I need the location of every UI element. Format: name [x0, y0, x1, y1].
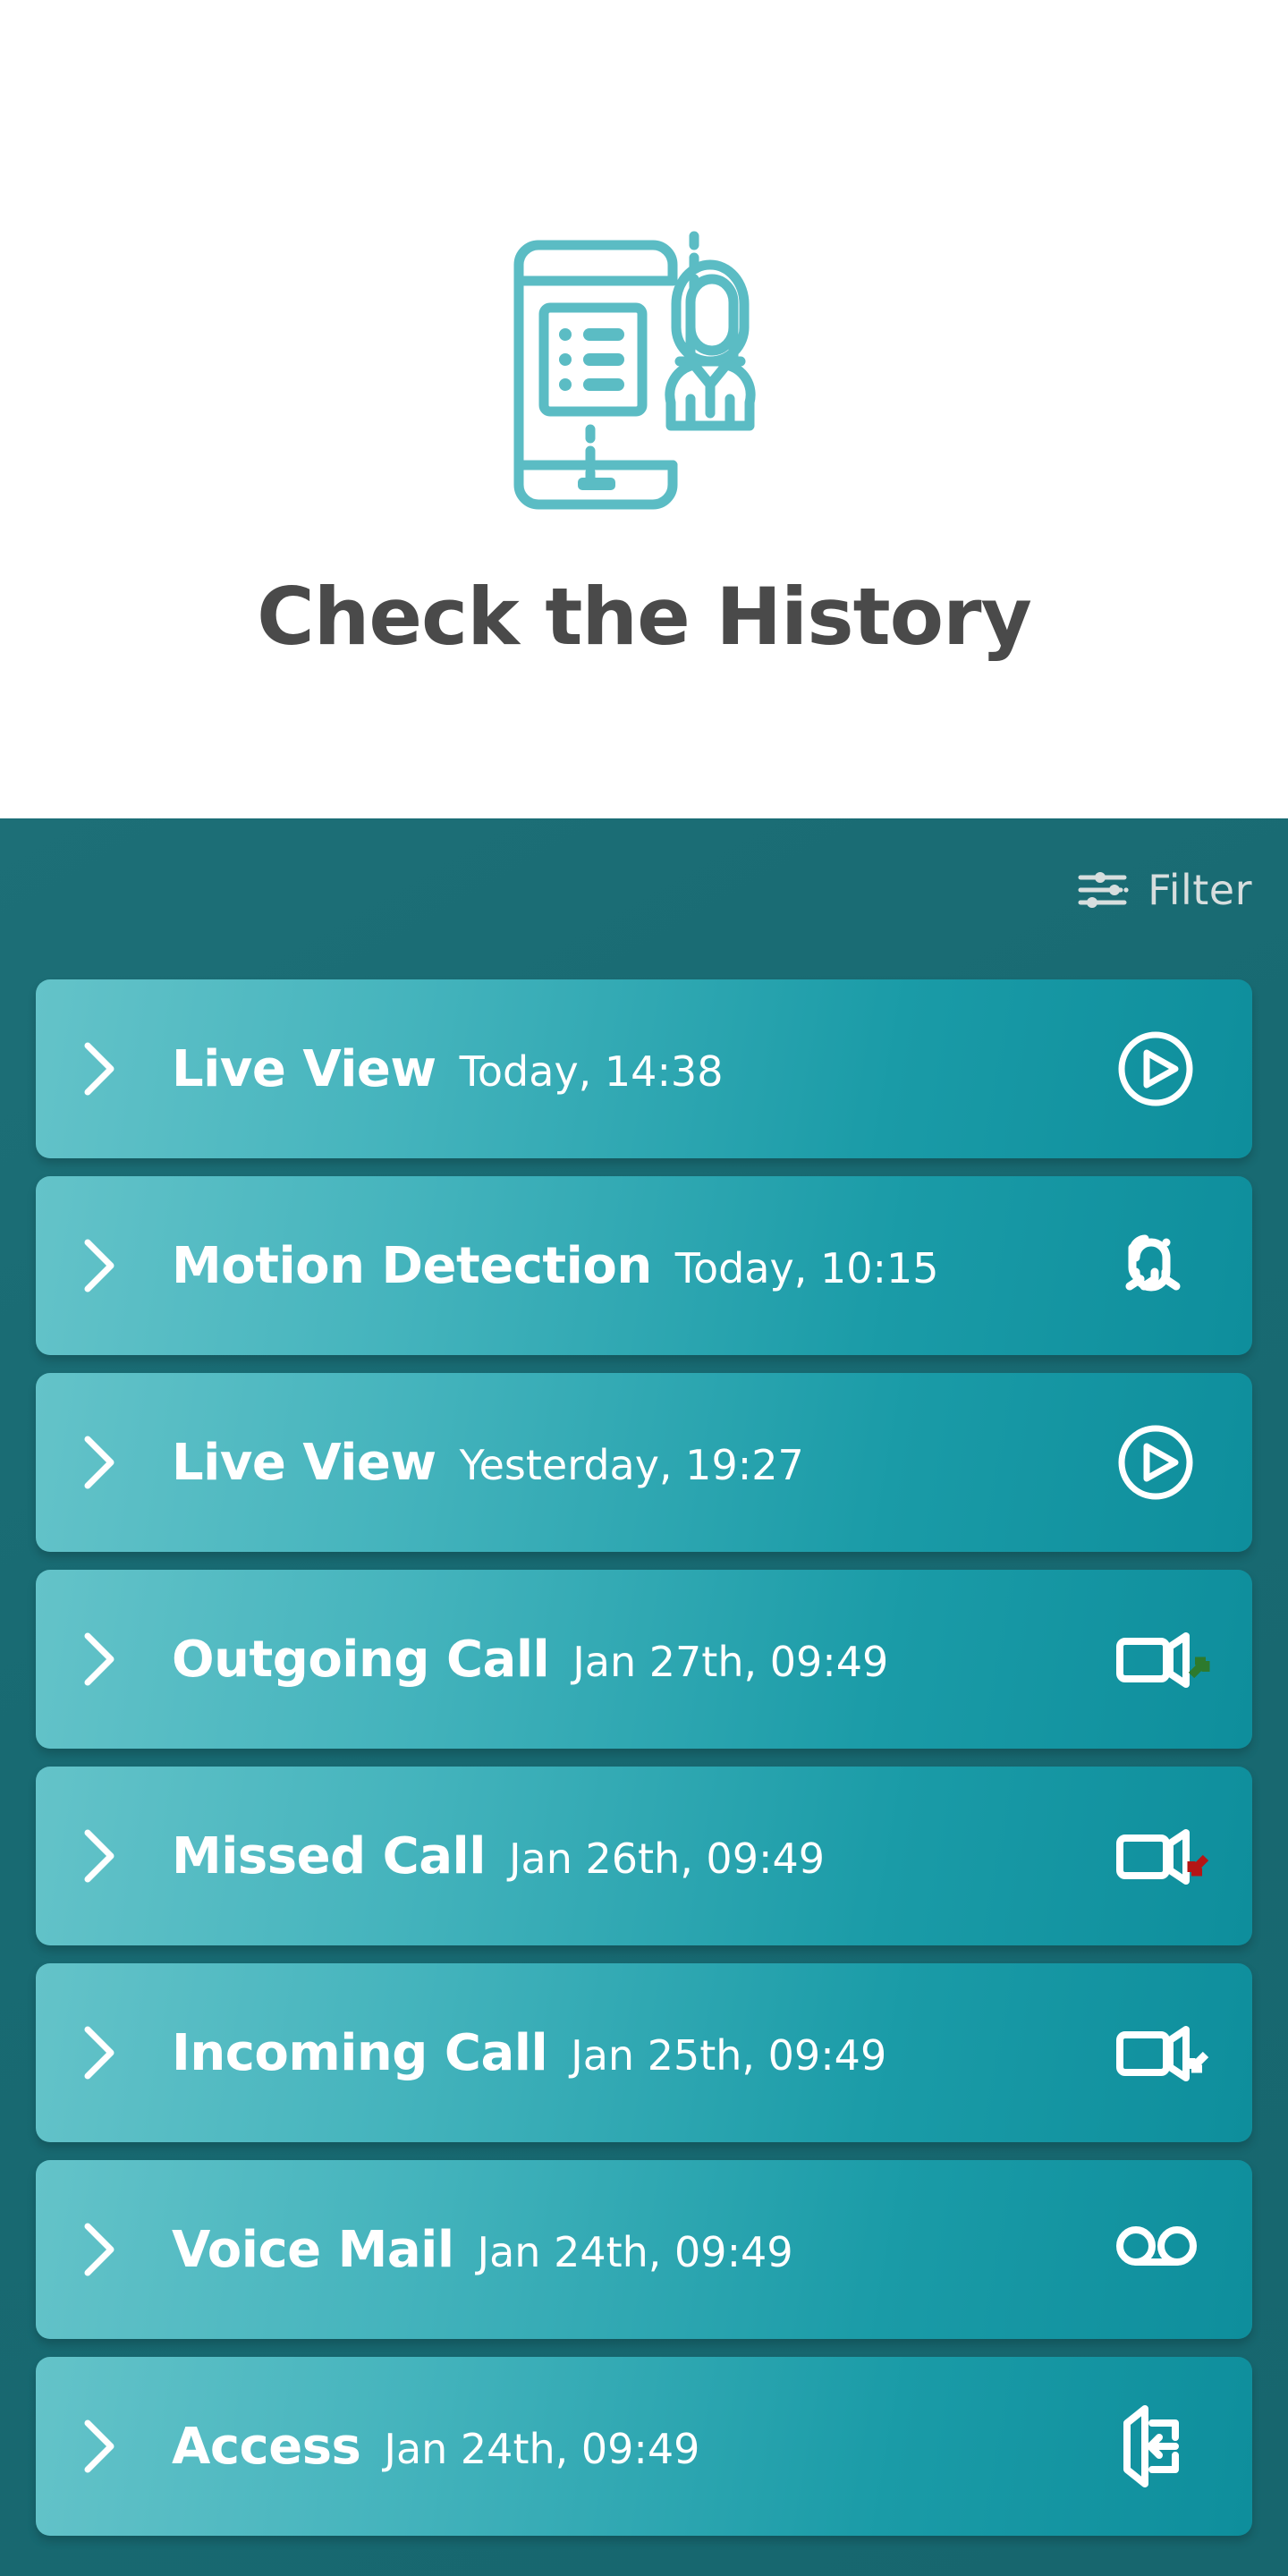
two-people-icon[interactable]: [1114, 1224, 1213, 1307]
list-item-text: Live View Today, 14:38: [172, 1040, 1114, 1098]
video-call-outgoing-icon[interactable]: [1114, 1618, 1213, 1700]
chevron-right-icon: [73, 2021, 123, 2085]
play-circle-icon[interactable]: [1114, 1028, 1213, 1110]
list-item[interactable]: Live View Today, 14:38: [36, 979, 1252, 1158]
list-item-title: Incoming Call: [172, 2023, 548, 2082]
list-item-text: Incoming Call Jan 25th, 09:49: [172, 2024, 1114, 2082]
list-item-time: Jan 24th, 09:49: [384, 2424, 700, 2473]
hero-section: Check the History: [0, 0, 1288, 818]
list-item-time: Today, 10:15: [674, 1243, 939, 1292]
chevron-right-icon: [73, 1627, 123, 1691]
list-item-title: Live View: [172, 1433, 436, 1492]
list-item-text: Motion Detection Today, 10:15: [172, 1237, 1114, 1295]
page-title: Check the History: [257, 571, 1032, 663]
missed-arrow-icon: [1187, 1854, 1209, 1877]
play-circle-icon[interactable]: [1114, 1421, 1213, 1504]
chevron-right-icon: [73, 2414, 123, 2479]
list-item-time: Today, 14:38: [459, 1046, 724, 1096]
list-item[interactable]: Incoming Call Jan 25th, 09:49: [36, 1963, 1252, 2142]
chevron-right-icon: [73, 1037, 123, 1101]
list-item-time: Jan 25th, 09:49: [571, 2030, 887, 2080]
history-list: Live View Today, 14:38 Motion Detection: [0, 979, 1288, 2554]
list-item-title: Voice Mail: [172, 2220, 454, 2279]
filter-button[interactable]: Filter: [1078, 863, 1252, 917]
chevron-right-icon: [73, 2217, 123, 2282]
list-item[interactable]: Outgoing Call Jan 27th, 09:49: [36, 1570, 1252, 1749]
list-item[interactable]: Live View Yesterday, 19:27: [36, 1373, 1252, 1552]
incoming-arrow-icon: [1187, 2051, 1209, 2073]
list-item-time: Yesterday, 19:27: [459, 1440, 804, 1489]
list-item-title: Outgoing Call: [172, 1630, 550, 1689]
list-item[interactable]: Missed Call Jan 26th, 09:49: [36, 1767, 1252, 1945]
video-call-missed-icon[interactable]: [1114, 1815, 1213, 1897]
list-item-title: Access: [172, 2417, 361, 2476]
list-item-title: Live View: [172, 1039, 436, 1098]
list-item[interactable]: Access Jan 24th, 09:49: [36, 2357, 1252, 2536]
voicemail-icon[interactable]: [1114, 2208, 1213, 2291]
history-screen: Check the History Filter Live View Today…: [0, 0, 1288, 2576]
list-item-text: Access Jan 24th, 09:49: [172, 2418, 1114, 2476]
list-item[interactable]: Motion Detection Today, 10:15: [36, 1176, 1252, 1355]
filter-label: Filter: [1148, 866, 1252, 914]
list-item-text: Live View Yesterday, 19:27: [172, 1434, 1114, 1492]
list-item-text: Missed Call Jan 26th, 09:49: [172, 1827, 1114, 1885]
video-call-incoming-icon[interactable]: [1114, 2012, 1213, 2094]
door-access-icon[interactable]: [1114, 2405, 1213, 2487]
chevron-right-icon: [73, 1430, 123, 1495]
list-item-time: Jan 24th, 09:49: [477, 2227, 793, 2276]
history-panel: Filter Live View Today, 14:38 Motion Det…: [0, 818, 1288, 2576]
phone-with-person-list-icon: [456, 195, 832, 535]
list-item-time: Jan 27th, 09:49: [572, 1637, 889, 1686]
list-item-time: Jan 26th, 09:49: [508, 1834, 826, 1883]
list-item-text: Outgoing Call Jan 27th, 09:49: [172, 1631, 1114, 1689]
list-item-title: Motion Detection: [172, 1236, 652, 1295]
chevron-right-icon: [73, 1824, 123, 1888]
list-item-title: Missed Call: [172, 1826, 486, 1885]
chevron-right-icon: [73, 1233, 123, 1298]
list-item[interactable]: Voice Mail Jan 24th, 09:49: [36, 2160, 1252, 2339]
sliders-filter-icon: [1078, 869, 1130, 911]
list-item-text: Voice Mail Jan 24th, 09:49: [172, 2221, 1114, 2279]
outgoing-arrow-icon: [1188, 1657, 1210, 1679]
